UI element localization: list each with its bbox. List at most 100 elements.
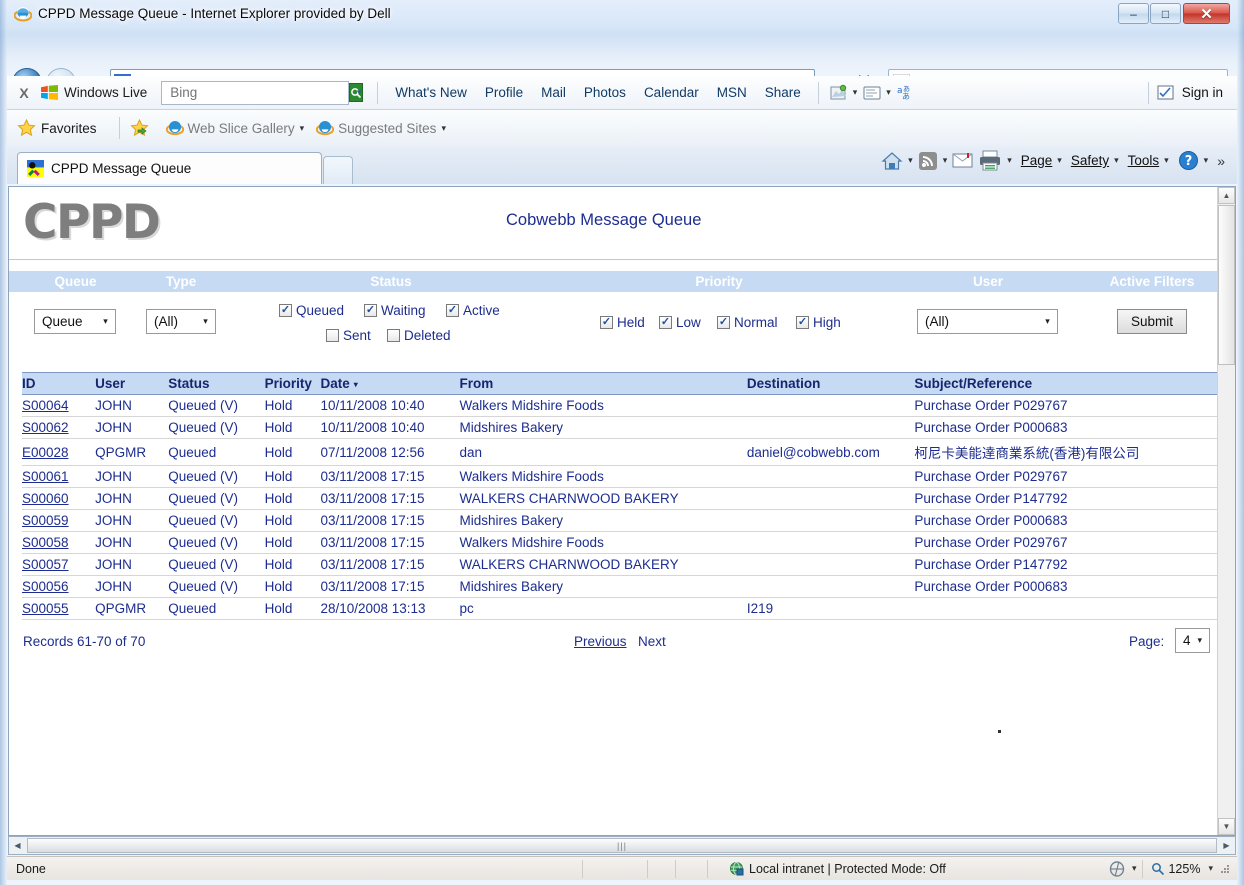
submit-button[interactable]: Submit	[1117, 309, 1187, 334]
message-id-link[interactable]: S00056	[22, 579, 69, 594]
live-link-msn[interactable]: MSN	[717, 85, 747, 100]
message-id-link[interactable]: S00055	[22, 601, 69, 616]
print-button[interactable]: ▾	[978, 150, 1012, 171]
scroll-up-button[interactable]: ▲	[1218, 187, 1235, 204]
tab-cppd-message-queue[interactable]: CPPD Message Queue	[17, 152, 322, 184]
sign-in-label[interactable]: Sign in	[1182, 85, 1223, 100]
chevron-down-icon[interactable]: ▾	[908, 155, 913, 166]
column-header-id[interactable]: ID	[22, 372, 96, 395]
live-link-photos[interactable]: Photos	[584, 85, 626, 100]
status-checkbox-queued[interactable]: Queued	[279, 303, 344, 318]
maximize-button[interactable]: □	[1150, 3, 1181, 24]
resize-grip-icon[interactable]	[1218, 862, 1231, 875]
checkbox-icon[interactable]	[659, 316, 672, 329]
chevron-down-icon[interactable]: ▾	[886, 87, 891, 98]
chevron-down-icon[interactable]: ▾	[1057, 155, 1062, 166]
security-zone-indicator[interactable]: Local intranet | Protected Mode: Off	[729, 861, 946, 876]
message-id-link[interactable]: S00062	[22, 420, 69, 435]
previous-page-link[interactable]: Previous	[574, 634, 627, 649]
live-link-share[interactable]: Share	[765, 85, 801, 100]
safety-menu[interactable]: Safety ▾	[1071, 153, 1119, 168]
help-menu[interactable]: ? ▾	[1178, 150, 1209, 171]
minimize-button[interactable]: –	[1118, 3, 1149, 24]
tools-menu[interactable]: Tools ▾	[1128, 153, 1169, 168]
queue-select[interactable]: Queue ▾	[34, 309, 116, 334]
live-search-dropdown[interactable]: ▾	[349, 87, 369, 98]
close-toolbar-button[interactable]: X	[7, 85, 41, 101]
checkbox-icon[interactable]	[446, 304, 459, 317]
status-checkbox-waiting[interactable]: Waiting	[364, 303, 426, 318]
vertical-scroll-thumb[interactable]	[1218, 205, 1235, 365]
message-id-link[interactable]: S00064	[22, 398, 69, 413]
checkbox-icon[interactable]	[717, 316, 730, 329]
message-id-link[interactable]: S00059	[22, 513, 69, 528]
favorites-button[interactable]: Favorites	[17, 119, 97, 137]
suggested-sites-item[interactable]: Suggested Sites ▾	[316, 119, 446, 137]
status-checkbox-sent[interactable]: Sent	[326, 328, 371, 343]
chevron-down-icon[interactable]: ▾	[1132, 863, 1137, 874]
chevron-down-icon[interactable]: ▾	[1204, 155, 1209, 166]
chevron-down-icon[interactable]: ▾	[1007, 155, 1012, 166]
chevron-down-icon[interactable]: ▾	[1208, 863, 1213, 874]
close-button[interactable]: ✕	[1183, 3, 1230, 24]
checkbox-icon[interactable]	[279, 304, 292, 317]
zoom-control[interactable]: 125% ▾	[1151, 862, 1213, 876]
column-header-destination[interactable]: Destination	[746, 372, 915, 395]
message-id-link[interactable]: S00058	[22, 535, 69, 550]
add-to-favorites-bar-button[interactable]	[129, 119, 154, 137]
chevron-down-icon[interactable]: ▾	[300, 123, 305, 134]
translate-button[interactable]: a あ あ	[897, 84, 917, 101]
scroll-down-button[interactable]: ▼	[1218, 818, 1235, 835]
map-pin-button[interactable]: ▾	[830, 84, 858, 101]
chevron-down-icon[interactable]: ▾	[441, 123, 446, 134]
live-search-box[interactable]	[161, 80, 364, 105]
checkbox-icon[interactable]	[326, 329, 339, 342]
live-search-input[interactable]	[168, 84, 350, 101]
status-checkbox-deleted[interactable]: Deleted	[387, 328, 451, 343]
checkbox-icon[interactable]	[796, 316, 809, 329]
chevron-down-icon[interactable]: ▾	[1114, 155, 1119, 166]
type-select[interactable]: (All) ▾	[146, 309, 216, 334]
priority-checkbox-normal[interactable]: Normal	[717, 315, 778, 330]
live-link-profile[interactable]: Profile	[485, 85, 523, 100]
scroll-right-button[interactable]: ▶	[1218, 837, 1235, 854]
status-checkbox-active[interactable]: Active	[446, 303, 500, 318]
page-select[interactable]: 4 ▾	[1175, 628, 1210, 653]
checkbox-icon[interactable]	[600, 316, 613, 329]
horizontal-scroll-thumb[interactable]: |||	[27, 838, 1217, 853]
live-link-whats-new[interactable]: What's New	[395, 85, 467, 100]
priority-checkbox-held[interactable]: Held	[600, 315, 645, 330]
page-vertical-scrollbar[interactable]: ▲ ▼	[1217, 187, 1235, 835]
new-tab-button[interactable]	[323, 156, 353, 184]
column-header-date[interactable]: Date ▾	[320, 372, 460, 395]
mail-button[interactable]	[952, 152, 973, 169]
page-horizontal-scrollbar[interactable]: ◀ ||| ▶	[8, 836, 1236, 855]
messenger-button[interactable]: ▾	[863, 85, 891, 101]
message-id-link[interactable]: S00060	[22, 491, 69, 506]
priority-checkbox-low[interactable]: Low	[659, 315, 701, 330]
column-header-status[interactable]: Status	[168, 372, 265, 395]
live-link-calendar[interactable]: Calendar	[644, 85, 699, 100]
web-slice-gallery-item[interactable]: Web Slice Gallery ▾	[165, 119, 305, 137]
priority-checkbox-high[interactable]: High	[796, 315, 841, 330]
feeds-button[interactable]: ▾	[918, 151, 947, 171]
compatibility-view-button[interactable]: ▾	[1108, 860, 1137, 877]
user-select[interactable]: (All) ▾	[917, 309, 1058, 334]
column-header-priority[interactable]: Priority	[264, 372, 321, 395]
home-button[interactable]: ▾	[881, 151, 913, 171]
sign-in-area[interactable]: Sign in	[1140, 81, 1237, 104]
chevron-down-icon[interactable]: ▾	[853, 87, 858, 98]
chevron-down-icon[interactable]: ▾	[1164, 155, 1169, 166]
checkbox-icon[interactable]	[364, 304, 377, 317]
message-id-link[interactable]: S00061	[22, 469, 69, 484]
column-header-subject[interactable]: Subject/Reference	[914, 372, 1219, 395]
page-menu[interactable]: Page ▾	[1021, 153, 1062, 168]
command-bar-overflow-button[interactable]: »	[1217, 153, 1225, 169]
scroll-left-button[interactable]: ◀	[9, 837, 26, 854]
column-header-from[interactable]: From	[459, 372, 747, 395]
message-id-link[interactable]: S00057	[22, 557, 69, 572]
live-link-mail[interactable]: Mail	[541, 85, 566, 100]
checkbox-icon[interactable]	[387, 329, 400, 342]
message-id-link[interactable]: E00028	[22, 445, 69, 460]
column-header-user[interactable]: User	[95, 372, 169, 395]
